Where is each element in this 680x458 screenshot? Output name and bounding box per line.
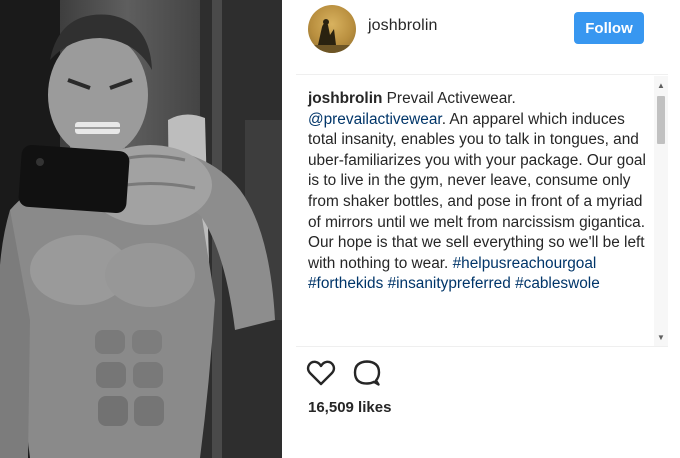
comment-bubble-icon[interactable] — [352, 358, 382, 388]
caption: joshbrolin Prevail Activewear. @prevaila… — [308, 89, 648, 295]
caption-mention[interactable]: @prevailactivewear — [308, 111, 442, 128]
post-photo — [0, 0, 282, 458]
scroll-down-arrow-icon[interactable]: ▼ — [654, 330, 668, 344]
post-photo-illustration — [0, 0, 282, 458]
hashtag-link[interactable]: #insanitypreferred — [388, 275, 511, 292]
avatar-image — [308, 19, 356, 53]
divider — [296, 346, 668, 347]
scrollbar[interactable]: ▲ ▼ — [654, 76, 668, 346]
caption-body: . An apparel which induces total insanit… — [308, 110, 646, 272]
hashtag-link[interactable]: #forthekids — [308, 275, 383, 292]
divider — [296, 74, 668, 75]
post-header: joshbrolin Follow — [282, 0, 680, 58]
hashtag-link[interactable]: #helpusreachourgoal — [453, 255, 597, 272]
avatar[interactable] — [308, 5, 356, 53]
follow-button[interactable]: Follow — [574, 12, 644, 44]
caption-scroll-area[interactable]: joshbrolin Prevail Activewear. @prevaila… — [296, 76, 668, 346]
heart-icon[interactable] — [306, 358, 336, 388]
caption-author[interactable]: joshbrolin — [308, 90, 382, 107]
caption-lead: Prevail Activewear. — [386, 90, 516, 107]
hashtag-link[interactable]: #cableswole — [515, 275, 600, 292]
post-panel: joshbrolin Follow joshbrolin Prevail Act… — [282, 0, 680, 458]
likes-count[interactable]: 16,509 likes — [308, 399, 391, 416]
username[interactable]: joshbrolin — [368, 17, 437, 35]
scroll-up-arrow-icon[interactable]: ▲ — [654, 78, 668, 92]
scroll-thumb[interactable] — [657, 96, 665, 144]
